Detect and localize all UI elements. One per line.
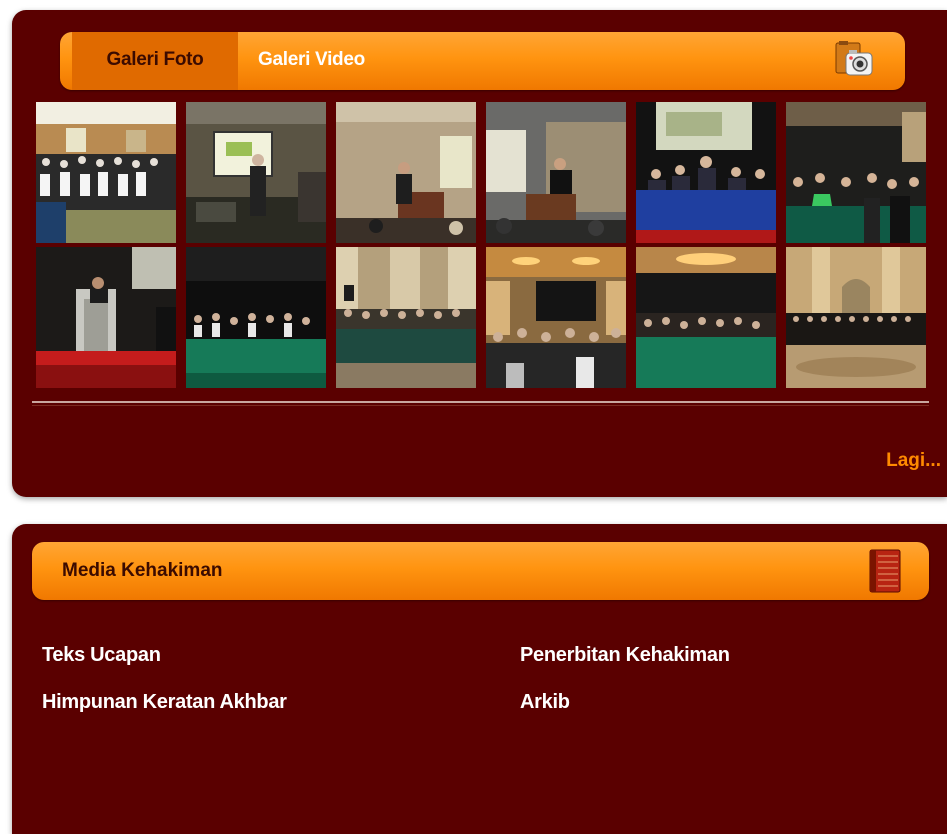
gallery-header: Galeri Foto Galeri Video	[60, 32, 905, 90]
book-icon	[866, 548, 906, 593]
link-penerbitan-kehakiman[interactable]: Penerbitan Kehakiman	[520, 644, 900, 667]
photo-thumbnail-3[interactable]	[336, 102, 476, 243]
photo-thumbnail-12[interactable]	[786, 247, 926, 388]
media-panel: Media Kehakiman Teks Ucapan Penerbitan K…	[12, 524, 947, 834]
gallery-panel: Galeri Foto Galeri Video Lagi...	[12, 10, 947, 497]
camera-icon	[834, 39, 874, 81]
photo-thumbnail-4[interactable]	[486, 102, 626, 243]
link-teks-ucapan[interactable]: Teks Ucapan	[42, 644, 520, 667]
photo-grid	[36, 102, 928, 388]
photo-thumbnail-11[interactable]	[636, 247, 776, 388]
photo-thumbnail-8[interactable]	[186, 247, 326, 388]
photo-thumbnail-5[interactable]	[636, 102, 776, 243]
photo-thumbnail-9[interactable]	[336, 247, 476, 388]
gallery-divider	[32, 401, 929, 403]
media-links: Teks Ucapan Penerbitan Kehakiman Himpuna…	[42, 644, 902, 714]
photo-thumbnail-1[interactable]	[36, 102, 176, 243]
gallery-divider-shadow	[32, 405, 929, 406]
photo-thumbnail-6[interactable]	[786, 102, 926, 243]
tab-galeri-video[interactable]: Galeri Video	[258, 32, 365, 90]
photo-thumbnail-10[interactable]	[486, 247, 626, 388]
photo-thumbnail-7[interactable]	[36, 247, 176, 388]
link-himpunan-keratan-akhbar[interactable]: Himpunan Keratan Akhbar	[42, 691, 520, 714]
media-title: Media Kehakiman	[62, 560, 223, 581]
link-arkib[interactable]: Arkib	[520, 691, 900, 714]
more-link[interactable]: Lagi...	[886, 450, 941, 472]
media-header: Media Kehakiman	[32, 542, 929, 600]
photo-thumbnail-2[interactable]	[186, 102, 326, 243]
tab-galeri-foto[interactable]: Galeri Foto	[72, 32, 238, 90]
